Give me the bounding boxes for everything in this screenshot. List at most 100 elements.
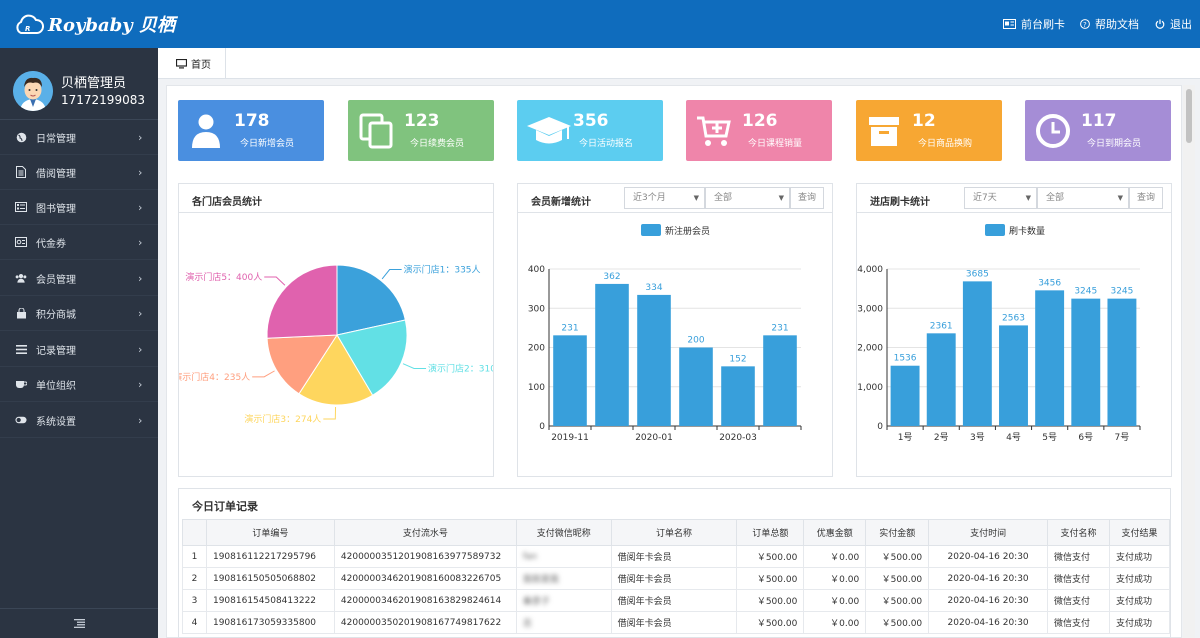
bar[interactable]: [926, 333, 956, 426]
bar[interactable]: [553, 335, 587, 426]
logout-label: 退出: [1170, 18, 1192, 31]
stat-card-product-exchanges[interactable]: 12 今日商品换购: [856, 100, 1002, 161]
profile-name: 贝栖管理员: [61, 76, 127, 91]
period-select-value: 近3个月: [633, 193, 666, 203]
bar[interactable]: [763, 335, 797, 426]
chevron-right-icon: ›: [138, 306, 143, 320]
y-tick-label: 0: [539, 422, 545, 432]
bar[interactable]: [679, 347, 713, 427]
column-header: 订单编号: [205, 519, 335, 546]
table-cell: 2020-04-16 20:30: [928, 611, 1049, 634]
query-button[interactable]: 查询: [1129, 187, 1163, 209]
logo[interactable]: R Roybaby 贝栖: [14, 10, 175, 38]
sidebar-collapse-button[interactable]: [0, 608, 158, 638]
table-row[interactable]: 1 190816112217295796 420000035120190816397…: [182, 545, 1171, 568]
help-circle-icon: ?: [1080, 19, 1090, 29]
stat-card-new-members[interactable]: 178 今日新增会员: [178, 100, 324, 161]
orders-panel: 今日订单记录 订单编号 支付流水号 支付微信昵称 订单名称 订单总额 优惠金额 实付金额 支付…: [178, 488, 1171, 638]
avatar[interactable]: [13, 71, 53, 111]
table-cell: 借阅年卡会员: [610, 611, 738, 634]
pie-data-label: 演示门店2：310: [428, 363, 493, 375]
bar-data-label: 2563: [1002, 313, 1025, 323]
bar[interactable]: [962, 281, 992, 426]
scope-select-value: 全部: [714, 193, 733, 203]
panel-header: 会员新增统计 近3个月 ▼ 全部 ▼ 查询: [518, 184, 832, 213]
sidebar-item-voucher[interactable]: 代金券 ›: [0, 225, 158, 260]
bar-data-label: 3685: [966, 269, 989, 279]
bar-data-label: 3245: [1074, 287, 1097, 297]
tab-home[interactable]: 首页: [166, 48, 226, 79]
period-select[interactable]: 近3个月 ▼: [624, 187, 705, 209]
legend-swatch[interactable]: [985, 224, 1005, 236]
orders-table: 订单编号 支付流水号 支付微信昵称 订单名称 订单总额 优惠金额 实付金额 支付时间 支付名称支…: [182, 519, 1171, 634]
bar[interactable]: [1107, 298, 1137, 426]
cloud-logo-icon: R: [16, 14, 44, 34]
sidebar-item-points-mall[interactable]: 积分商城 ›: [0, 296, 158, 331]
bar-chart-new-members: 新注册会员 0 100 200 300 400 231 2019-11 362 334 2020-0…: [528, 224, 802, 443]
sidebar-item-settings[interactable]: 系统设置 ›: [0, 403, 158, 438]
document-icon: [15, 166, 27, 178]
scope-select[interactable]: 全部 ▼: [705, 187, 790, 209]
bar[interactable]: [1035, 290, 1065, 426]
sidebar-item-organization[interactable]: 单位组织 ›: [0, 367, 158, 402]
users-icon: [15, 272, 27, 284]
bar[interactable]: [999, 325, 1028, 426]
table-cell: 4200000350201908167749817622: [333, 611, 517, 634]
table-cell: ￥500.00: [865, 567, 930, 590]
column-header: 支付微信昵称: [515, 519, 612, 546]
panel-title: 各门店会员统计: [192, 197, 262, 208]
svg-text:?: ?: [1083, 21, 1087, 29]
pie-slice[interactable]: [266, 264, 338, 339]
card-reader-icon: [1003, 19, 1016, 29]
y-tick-label: 100: [528, 383, 545, 393]
stat-card-activity-signups[interactable]: 356 今日活动报名: [517, 100, 663, 161]
period-select[interactable]: 近7天 ▼: [964, 187, 1037, 209]
x-tick-label: 2号: [934, 432, 949, 443]
stat-card-expiring-members[interactable]: 117 今日到期会员: [1025, 100, 1171, 161]
logout-link[interactable]: 退出: [1155, 16, 1192, 32]
front-card-label: 前台刷卡: [1021, 18, 1065, 31]
sidebar-item-records[interactable]: 记录管理 ›: [0, 332, 158, 367]
bar[interactable]: [890, 365, 920, 426]
pie-label-line: [402, 363, 427, 370]
bar-chart-card-swipes: 刷卡数量 0 1,000 2,000 3,000 4,000 1536 1号 2361 2号 368…: [857, 224, 1141, 443]
sidebar-item-books[interactable]: 图书管理 ›: [0, 190, 158, 225]
sidebar-item-label: 会员管理: [36, 274, 76, 286]
sidebar-item-borrow[interactable]: 借阅管理 ›: [0, 155, 158, 190]
table-row[interactable]: 4 190816173059335800 420000035020190816774…: [182, 611, 1171, 634]
chevron-right-icon: ›: [138, 413, 143, 427]
scrollbar-thumb[interactable]: [1186, 89, 1192, 143]
table-row[interactable]: 3 190816154508413222 420000034620190816382…: [182, 589, 1171, 612]
table-cell: 190816173059335800: [205, 611, 335, 634]
bar[interactable]: [1071, 298, 1101, 426]
period-select-value: 近7天: [973, 193, 997, 203]
sidebar-item-label: 单位组织: [36, 380, 76, 392]
stat-card-course-sales[interactable]: 126 今日课程销量: [686, 100, 832, 161]
pie-label-line: [264, 276, 286, 286]
vertical-scrollbar[interactable]: [1183, 85, 1195, 638]
stat-card-renewals[interactable]: 123 今日续费会员: [348, 100, 494, 161]
front-card-link[interactable]: 前台刷卡: [1003, 16, 1065, 32]
sidebar-item-members[interactable]: 会员管理 ›: [0, 261, 158, 296]
panel-title: 进店刷卡统计: [870, 197, 930, 208]
store-members-panel: 各门店会员统计 演示门店1：335人 演示门店2：310 演示门店3：274人 演示门…: [178, 183, 494, 477]
bar[interactable]: [637, 294, 671, 426]
help-link[interactable]: ? 帮助文档: [1080, 16, 1139, 32]
query-button[interactable]: 查询: [790, 187, 824, 209]
table-cell: 支付成功: [1108, 589, 1171, 612]
scope-select[interactable]: 全部 ▼: [1037, 187, 1129, 209]
bar-data-label: 200: [687, 336, 704, 346]
bar[interactable]: [595, 283, 629, 426]
caret-down-icon: ▼: [1025, 194, 1031, 202]
chevron-right-icon: ›: [138, 271, 143, 285]
sidebar: 贝栖管理员 17172199083 日常管理 › 借阅管理 › 图书管理 › 代…: [0, 48, 158, 638]
table-row[interactable]: 2 190816150505068802 420000034620190816008…: [182, 567, 1171, 590]
chevron-right-icon: ›: [138, 235, 143, 249]
legend-swatch[interactable]: [641, 224, 661, 236]
table-cell: ￥0.00: [803, 567, 867, 590]
bar[interactable]: [721, 366, 755, 426]
sidebar-item-label: 系统设置: [36, 416, 76, 428]
sidebar-item-daily[interactable]: 日常管理 ›: [0, 120, 158, 155]
column-header: 支付时间: [928, 519, 1049, 546]
x-tick-label: 2020-01: [635, 433, 673, 443]
